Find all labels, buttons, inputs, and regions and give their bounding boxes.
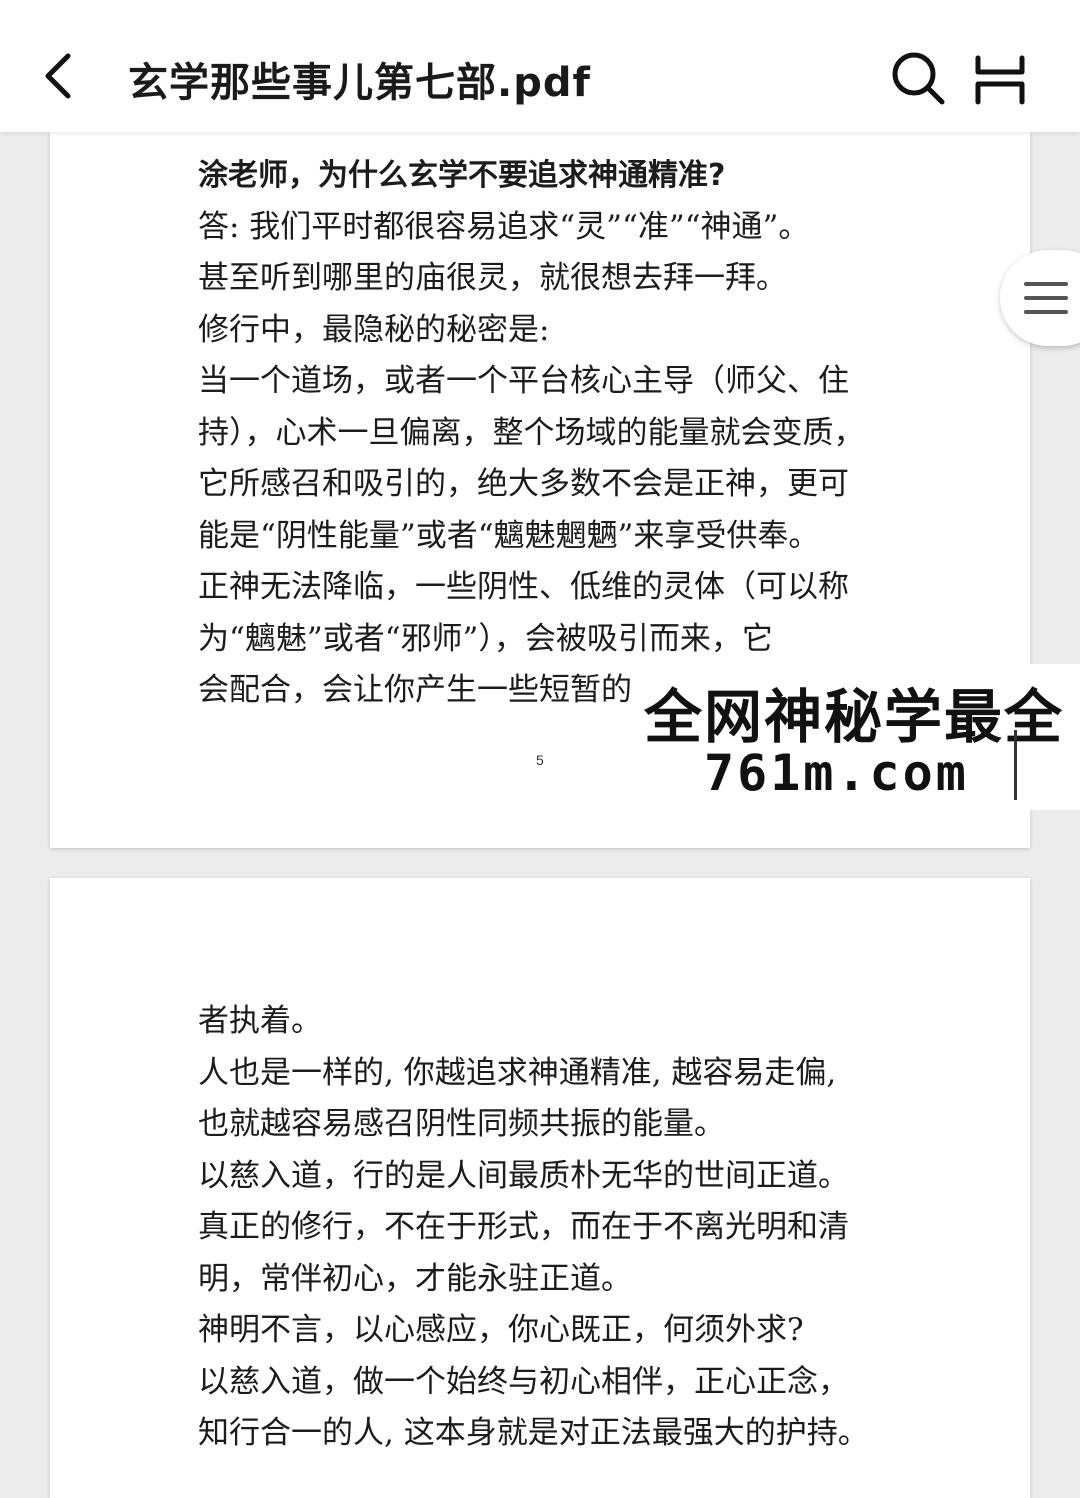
page-text: 者执着。 人也是一样的, 你越追求神通精准, 越容易走偏, 也就越容易感召阴性同…: [198, 996, 918, 1460]
text-line: 以慈入道，行的是人间最质朴无华的世间正道。: [198, 1157, 849, 1194]
text-cursor: [1014, 730, 1017, 800]
text-line: 也就越容易感召阴性同频共振的能量。: [198, 1106, 725, 1142]
page-text: 涂老师，为什么玄学不要追求神通精准? 答: 我们平时都很容易追求“灵”“准”“神…: [198, 150, 918, 717]
text-line: 当一个道场，或者一个平台核心主导（师父、住: [198, 363, 849, 399]
top-app-bar: 玄学那些事儿第七部.pdf: [0, 0, 1080, 132]
text-line: 正神无法降临，一些阴性、低维的灵体（可以称: [198, 569, 849, 605]
watermark-url: 761m.com: [704, 744, 969, 802]
text-line: 明，常伴初心，才能永驻正道。: [198, 1260, 632, 1297]
menu-icon: [1024, 282, 1068, 314]
text-line: 答: 我们平时都很容易追求“灵”“准”“神通”。: [198, 208, 810, 245]
page-number: 5: [536, 752, 544, 768]
text-line: 为“魑魅”或者“邪师”），会被吸引而来，它: [198, 620, 773, 657]
text-line: 以慈入道，做一个始终与初心相伴，正心正念，: [198, 1363, 849, 1400]
watermark-text: 全网神秘学最全: [644, 683, 1065, 751]
text-line: 持），心术一旦偏离，整个场域的能量就会变质，: [198, 414, 865, 451]
fit-width-button[interactable]: [972, 54, 1028, 106]
text-line: 甚至听到哪里的庙很灵，就很想去拜一拜。: [198, 260, 787, 296]
text-line: 者执着。: [198, 1003, 322, 1039]
text-line: 知行合一的人, 这本身就是对正法最强大的护持。: [198, 1415, 869, 1451]
pdf-page-6: 者执着。 人也是一样的, 你越追求神通精准, 越容易走偏, 也就越容易感召阴性同…: [50, 878, 1030, 1498]
chevron-left-icon: [45, 53, 71, 99]
text-line: 它所感召和吸引的，绝大多数不会是正神，更可: [198, 466, 849, 502]
watermark: 全网神秘学最全 761m.com: [636, 664, 1080, 810]
text-line: 修行中，最隐秘的秘密是:: [198, 311, 550, 348]
document-title: 玄学那些事儿第七部.pdf: [128, 60, 591, 106]
text-line: 人也是一样的, 你越追求神通精准, 越容易走偏,: [198, 1054, 837, 1091]
text-line: 能是“阴性能量”或者“魑魅魍魉”来享受供奉。: [198, 517, 820, 554]
search-button[interactable]: [890, 50, 946, 106]
text-line: 神明不言，以心感应，你心既正，何须外求?: [198, 1312, 804, 1348]
question-heading: 涂老师，为什么玄学不要追求神通精准?: [198, 158, 726, 193]
fit-width-icon: [975, 55, 1025, 105]
text-line: 真正的修行，不在于形式，而在于不离光明和清: [198, 1209, 849, 1245]
search-icon: [892, 52, 945, 105]
back-button[interactable]: [30, 46, 90, 106]
